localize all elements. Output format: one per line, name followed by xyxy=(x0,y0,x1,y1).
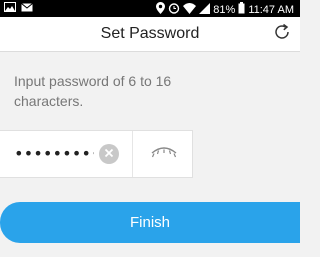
location-icon xyxy=(156,2,166,18)
finish-button[interactable]: Finish xyxy=(0,202,300,243)
clear-icon xyxy=(104,145,114,163)
password-input[interactable] xyxy=(14,131,94,177)
refresh-button[interactable] xyxy=(271,23,293,45)
page-title: Set Password xyxy=(100,25,200,42)
refresh-icon xyxy=(273,23,291,46)
status-bar: 81% 11:47 AM xyxy=(0,0,300,17)
status-left xyxy=(4,2,33,15)
header: Set Password xyxy=(0,17,300,52)
battery-icon xyxy=(238,2,245,18)
status-right: 81% 11:47 AM xyxy=(156,2,294,18)
eye-closed-icon xyxy=(150,147,178,167)
divider xyxy=(132,131,133,177)
wifi-icon xyxy=(183,2,197,18)
clear-button[interactable] xyxy=(99,144,119,164)
image-icon xyxy=(4,2,16,15)
clock: 11:47 AM xyxy=(248,3,294,16)
instruction-text: Input password of 6 to 16 characters. xyxy=(14,73,172,109)
signal-icon xyxy=(199,2,211,18)
mail-icon xyxy=(21,2,33,15)
battery-percent: 81% xyxy=(213,3,236,16)
password-visibility-toggle[interactable] xyxy=(150,145,178,163)
alarm-icon xyxy=(168,2,180,18)
password-row xyxy=(0,130,193,178)
